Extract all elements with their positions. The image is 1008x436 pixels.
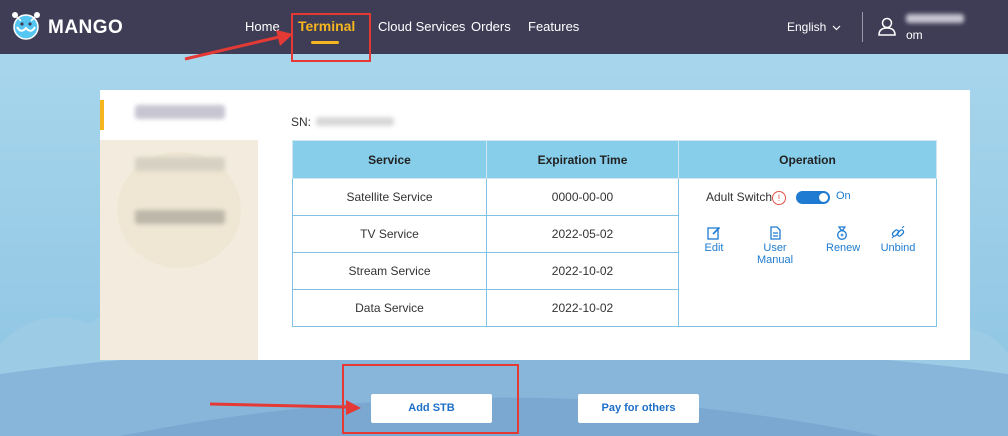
arrow-icon: [209, 400, 361, 415]
arrow-icon: [184, 30, 293, 61]
annotation-arrows: [184, 30, 361, 415]
